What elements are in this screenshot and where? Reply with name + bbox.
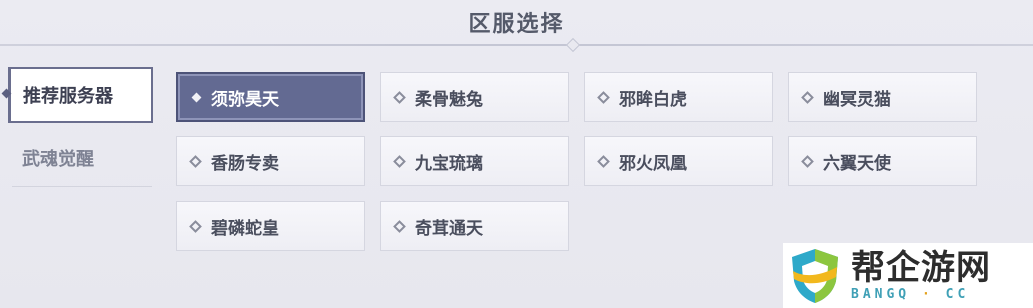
tab-label: 武魂觉醒 — [22, 149, 94, 170]
diamond-icon — [801, 154, 814, 168]
diamond-icon — [191, 92, 202, 102]
server-name: 邪眸白虎 — [619, 89, 687, 110]
tab-recommended-servers[interactable]: 推荐服务器 — [8, 67, 153, 123]
server-name: 六翼天使 — [823, 153, 891, 174]
diamond-icon — [393, 219, 406, 233]
diamond-icon — [189, 154, 202, 168]
shield-logo-icon — [789, 247, 841, 305]
server-button[interactable]: 邪眸白虎 — [584, 72, 773, 122]
server-button[interactable]: 碧磷蛇皇 — [176, 201, 365, 251]
watermark-logo: 帮企游网 BANGQ · CC — [783, 243, 1033, 308]
server-name: 香肠专卖 — [211, 153, 279, 174]
diamond-icon — [597, 154, 610, 168]
tab-divider — [12, 186, 152, 187]
tab-wuhun-awakening[interactable]: 武魂觉醒 — [8, 130, 153, 186]
watermark-name: 帮企游网 — [851, 248, 991, 288]
server-button[interactable]: 邪火凤凰 — [584, 136, 773, 186]
server-name: 碧磷蛇皇 — [211, 218, 279, 239]
tab-label: 推荐服务器 — [23, 86, 113, 107]
server-name: 须弥昊天 — [211, 89, 279, 110]
server-button[interactable]: 奇茸通天 — [380, 201, 569, 251]
server-button[interactable]: 六翼天使 — [788, 136, 977, 186]
page-title: 区服选择 — [468, 11, 565, 37]
server-button[interactable]: 九宝琉璃 — [380, 136, 569, 186]
diamond-icon — [801, 90, 814, 104]
diamond-icon — [597, 90, 610, 104]
diamond-icon — [393, 154, 406, 168]
diamond-icon — [189, 219, 202, 233]
server-select-panel: 区服选择 推荐服务器 武魂觉醒 须弥昊天 柔骨魅兔 邪眸白虎 幽冥灵猫 香肠专卖… — [0, 0, 1033, 308]
diamond-icon — [393, 90, 406, 104]
server-button[interactable]: 幽冥灵猫 — [788, 72, 977, 122]
server-name: 九宝琉璃 — [415, 153, 483, 174]
server-name: 邪火凤凰 — [619, 153, 687, 174]
server-button[interactable]: 须弥昊天 — [176, 72, 365, 122]
header-divider — [0, 44, 1033, 46]
server-name: 柔骨魅兔 — [415, 89, 483, 110]
server-name: 奇茸通天 — [415, 218, 483, 239]
watermark-domain: BANGQ · CC — [851, 287, 970, 302]
server-button[interactable]: 柔骨魅兔 — [380, 72, 569, 122]
header-diamond-ornament — [565, 37, 581, 53]
server-name: 幽冥灵猫 — [823, 89, 891, 110]
server-button[interactable]: 香肠专卖 — [176, 136, 365, 186]
